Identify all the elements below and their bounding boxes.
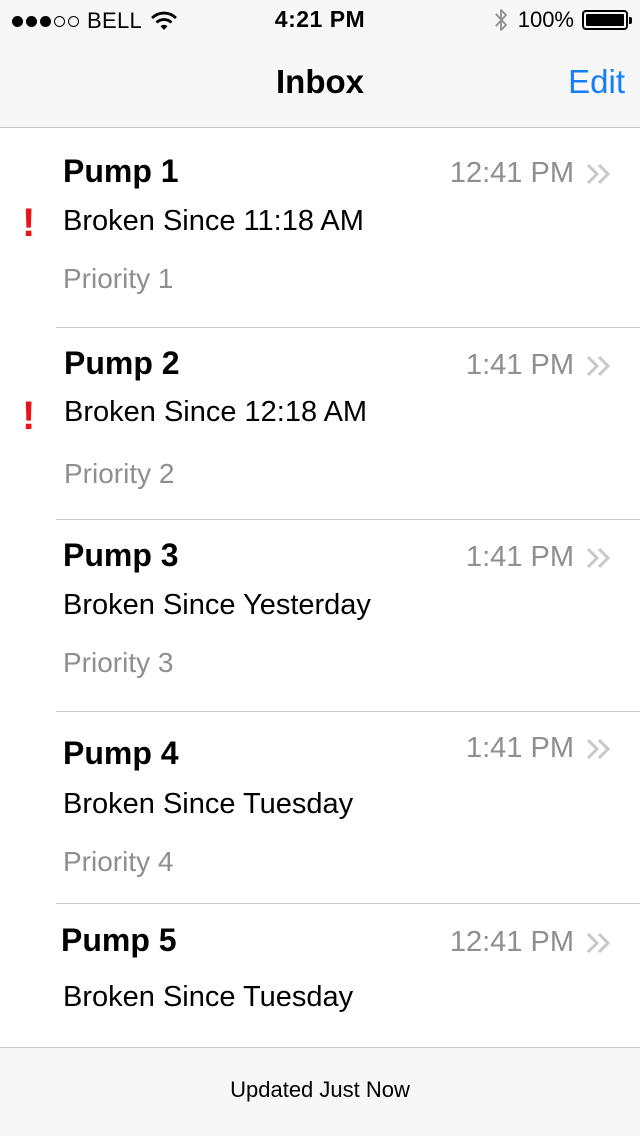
- message-priority: Priority 3: [63, 647, 174, 678]
- message-subtitle: Broken Since 11:18 AM: [63, 205, 364, 237]
- message-time: 1:41 PM: [466, 541, 574, 573]
- message-time: 1:41 PM: [466, 732, 574, 764]
- double-chevron-icon: [586, 738, 611, 760]
- message-time: 12:41 PM: [449, 157, 574, 189]
- battery-icon: [582, 10, 632, 30]
- message-subtitle: Broken Since 12:18 AM: [64, 396, 368, 428]
- battery-percent: 100%: [517, 7, 574, 32]
- message-title: Pump 1: [63, 153, 179, 189]
- page-title: Inbox: [276, 63, 364, 100]
- double-chevron-icon: [586, 547, 611, 569]
- double-chevron-icon: [586, 932, 611, 954]
- message-time: 12:41 PM: [449, 926, 574, 958]
- navigation-bar: Inbox Edit: [0, 40, 640, 128]
- double-chevron-icon: [586, 355, 611, 377]
- update-status-text: Updated Just Now: [230, 1077, 410, 1102]
- message-row[interactable]: Pump 2 1:41 PM ! Broken Since 12:18 AM P…: [0, 328, 640, 520]
- status-right: 100%: [494, 6, 632, 34]
- bottom-toolbar: Updated Just Now: [0, 1047, 640, 1136]
- status-bar: BELL 4:21 PM 100%: [0, 0, 640, 40]
- message-row[interactable]: Pump 1 12:41 PM ! Broken Since 11:18 AM …: [0, 129, 640, 328]
- message-title: Pump 2: [64, 345, 180, 381]
- message-row[interactable]: Pump 5 12:41 PM Broken Since Tuesday: [0, 904, 640, 1047]
- message-title: Pump 4: [63, 735, 179, 771]
- flag-icon: !: [22, 201, 36, 245]
- battery-cap: [629, 17, 632, 24]
- message-subtitle: Broken Since Tuesday: [63, 788, 354, 820]
- message-priority: Priority 4: [63, 846, 174, 877]
- double-chevron-icon: [586, 163, 611, 185]
- flag-icon: !: [22, 394, 36, 438]
- message-row[interactable]: Pump 4 1:41 PM Broken Since Tuesday Prio…: [0, 712, 640, 904]
- message-time: 1:41 PM: [466, 349, 574, 381]
- message-title: Pump 5: [61, 922, 177, 958]
- message-priority: Priority 1: [63, 263, 174, 294]
- message-priority: Priority 2: [64, 458, 175, 489]
- message-subtitle: Broken Since Yesterday: [63, 589, 371, 621]
- message-title: Pump 3: [63, 537, 179, 573]
- edit-button[interactable]: Edit: [568, 63, 625, 101]
- battery-fill: [586, 14, 624, 26]
- message-row[interactable]: Pump 3 1:41 PM Broken Since Yesterday Pr…: [0, 520, 640, 712]
- bluetooth-icon: [495, 9, 507, 31]
- message-subtitle: Broken Since Tuesday: [63, 981, 354, 1013]
